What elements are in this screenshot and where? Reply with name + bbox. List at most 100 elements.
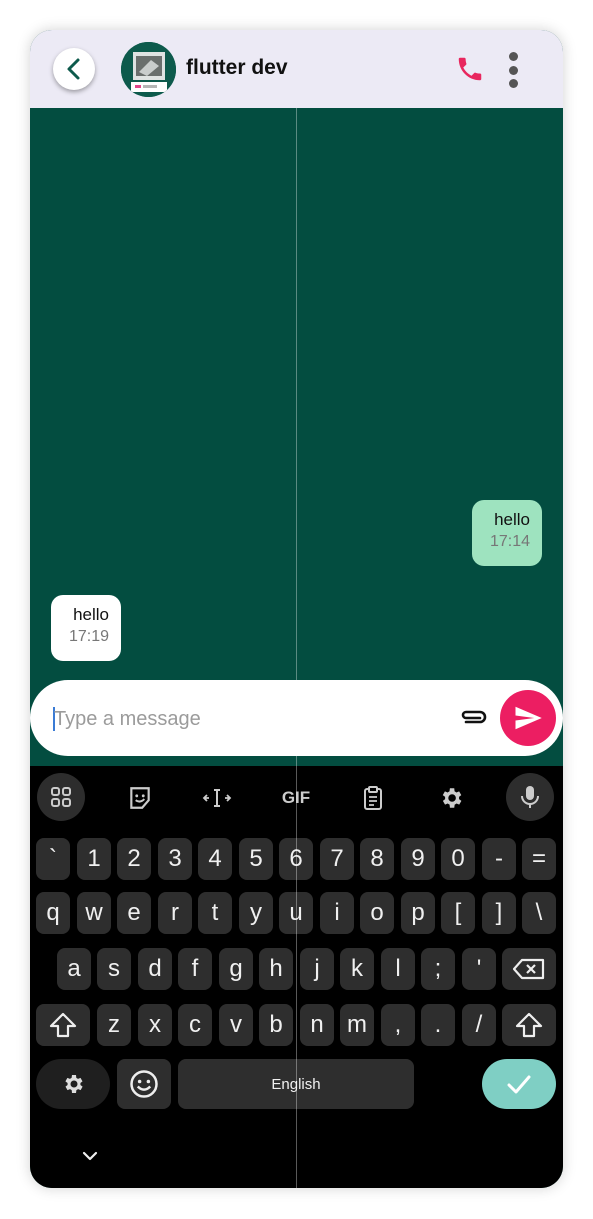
key-label: y	[250, 899, 262, 926]
apps-grid-button[interactable]	[37, 773, 85, 821]
key[interactable]: p	[401, 892, 435, 934]
key-label: /	[475, 1011, 483, 1038]
key[interactable]: o	[360, 892, 394, 934]
key[interactable]: \	[522, 892, 556, 934]
key[interactable]: q	[36, 892, 70, 934]
key[interactable]: ;	[421, 948, 455, 990]
key-label: '	[476, 955, 482, 982]
key[interactable]: 3	[158, 838, 192, 880]
key[interactable]: m	[340, 1004, 374, 1046]
cursor-control-button[interactable]	[194, 776, 240, 820]
key-label: x	[149, 1011, 161, 1038]
shift-icon	[515, 1012, 543, 1038]
key-label: e	[127, 899, 141, 926]
phone-icon	[458, 57, 482, 81]
chat-title[interactable]: flutter dev	[186, 56, 288, 80]
key[interactable]: 0	[441, 838, 475, 880]
key[interactable]: b	[259, 1004, 293, 1046]
phone-screen: flutter dev hello 17:14 hello 17:19 Type…	[30, 30, 563, 1188]
key[interactable]: -	[482, 838, 516, 880]
shift-key[interactable]	[36, 1004, 90, 1046]
key-label: g	[229, 955, 243, 982]
message-bubble-outgoing[interactable]: hello 17:14	[472, 500, 542, 566]
keyboard-settings-key[interactable]	[36, 1059, 110, 1109]
key[interactable]: g	[219, 948, 253, 990]
key[interactable]: d	[138, 948, 172, 990]
keyboard-settings-button[interactable]	[428, 776, 474, 820]
call-button[interactable]	[455, 54, 485, 84]
key-label: 1	[87, 845, 101, 872]
key[interactable]: v	[219, 1004, 253, 1046]
key[interactable]: 4	[198, 838, 232, 880]
key[interactable]: w	[77, 892, 111, 934]
key-label: `	[49, 845, 57, 872]
key[interactable]: j	[300, 948, 334, 990]
key[interactable]: ,	[381, 1004, 415, 1046]
avatar[interactable]	[121, 42, 176, 97]
key-label: z	[108, 1011, 120, 1038]
more-options-button[interactable]	[504, 50, 522, 90]
key[interactable]: f	[178, 948, 212, 990]
backspace-key[interactable]	[502, 948, 556, 990]
key[interactable]: ]	[482, 892, 516, 934]
key-label: w	[85, 899, 103, 926]
key-label: a	[67, 955, 81, 982]
key[interactable]: n	[300, 1004, 334, 1046]
key[interactable]: 8	[360, 838, 394, 880]
key[interactable]: `	[36, 838, 70, 880]
key-label: s	[108, 955, 120, 982]
key-label: ,	[394, 1011, 402, 1038]
key[interactable]: /	[462, 1004, 496, 1046]
key[interactable]: e	[117, 892, 151, 934]
key[interactable]: c	[178, 1004, 212, 1046]
key[interactable]: '	[462, 948, 496, 990]
sticker-button[interactable]	[117, 776, 163, 820]
collapse-keyboard-button[interactable]	[80, 1146, 100, 1166]
voice-input-button[interactable]	[506, 773, 554, 821]
key[interactable]: [	[441, 892, 475, 934]
key[interactable]: h	[259, 948, 293, 990]
key[interactable]: 9	[401, 838, 435, 880]
key[interactable]: z	[97, 1004, 131, 1046]
key-label: l	[395, 955, 401, 982]
key[interactable]: i	[320, 892, 354, 934]
key[interactable]: 2	[117, 838, 151, 880]
more-vertical-icon	[508, 52, 518, 61]
key[interactable]: s	[97, 948, 131, 990]
key[interactable]: a	[57, 948, 91, 990]
send-button[interactable]	[500, 690, 556, 746]
key[interactable]: 5	[239, 838, 273, 880]
key[interactable]: r	[158, 892, 192, 934]
gear-icon	[65, 1075, 83, 1093]
key-label: t	[211, 899, 219, 926]
key-label: p	[411, 899, 425, 926]
key[interactable]: 1	[77, 838, 111, 880]
dot	[508, 79, 518, 88]
message-text: hello	[494, 510, 530, 529]
clipboard-button[interactable]	[350, 776, 396, 820]
key[interactable]: x	[138, 1004, 172, 1046]
key-label: k	[351, 955, 363, 982]
key[interactable]: =	[522, 838, 556, 880]
message-bubble-incoming[interactable]: hello 17:19	[51, 595, 121, 661]
shift-key-right[interactable]	[502, 1004, 556, 1046]
mic-icon	[521, 786, 539, 808]
key[interactable]: 7	[320, 838, 354, 880]
emoji-key[interactable]	[117, 1059, 171, 1109]
key-label: ;	[434, 955, 442, 982]
apps-grid-icon	[51, 787, 71, 807]
key[interactable]: y	[239, 892, 273, 934]
key-label: o	[370, 899, 384, 926]
key[interactable]: .	[421, 1004, 455, 1046]
key-label: [	[454, 899, 462, 926]
message-input[interactable]	[54, 705, 434, 733]
back-button[interactable]	[53, 48, 95, 90]
enter-key[interactable]	[482, 1059, 556, 1109]
key[interactable]: k	[340, 948, 374, 990]
key-label: 4	[208, 845, 222, 872]
key-label: b	[269, 1011, 283, 1038]
key[interactable]: l	[381, 948, 415, 990]
attach-button[interactable]	[458, 706, 490, 730]
key[interactable]: t	[198, 892, 232, 934]
key-label: n	[310, 1011, 324, 1038]
